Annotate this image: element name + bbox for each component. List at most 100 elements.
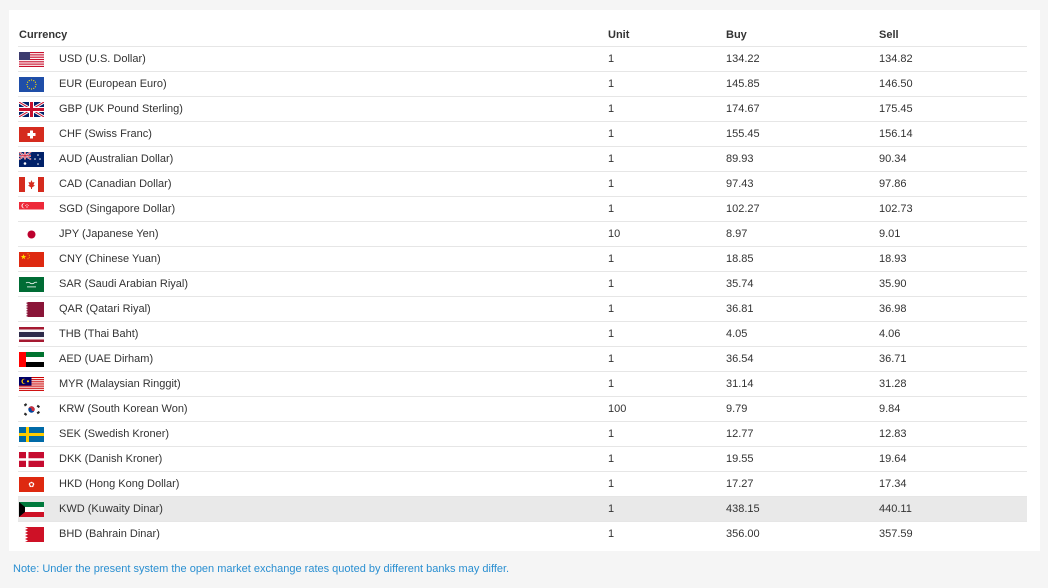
currency-cell: BHD (Bahrain Dinar) — [18, 522, 608, 547]
buy-rate-cell: 18.85 — [726, 246, 879, 272]
table-row: HKD (Hong Kong Dollar) 1 17.27 17.34 — [18, 471, 1027, 497]
bahrain-flag-icon — [19, 526, 44, 542]
table-row: AUD (Australian Dollar) 1 89.93 90.34 — [18, 146, 1027, 172]
australia-flag-icon — [19, 151, 44, 167]
sell-rate-cell: 146.50 — [879, 71, 1027, 97]
table-row: SEK (Swedish Kroner) 1 12.77 12.83 — [18, 421, 1027, 447]
currency-cell: THB (Thai Baht) — [18, 321, 608, 347]
currency-cell: AUD (Australian Dollar) — [18, 146, 608, 172]
unit-cell: 1 — [608, 371, 726, 397]
thailand-flag-icon — [19, 326, 44, 342]
qatar-flag-icon — [19, 301, 44, 317]
uae-flag-icon — [19, 351, 44, 367]
buy-rate-cell: 102.27 — [726, 196, 879, 222]
table-row: KRW (South Korean Won) 100 9.79 9.84 — [18, 396, 1027, 422]
sell-rate-cell: 12.83 — [879, 421, 1027, 447]
unit-cell: 1 — [608, 421, 726, 447]
exchange-rate-table: Currency Unit Buy Sell USD (U.S. Dollar)… — [18, 24, 1027, 546]
sell-rate-cell: 31.28 — [879, 371, 1027, 397]
buy-rate-cell: 356.00 — [726, 528, 760, 540]
uk-flag-icon — [19, 101, 44, 117]
currency-name: KWD (Kuwaity Dinar) — [59, 503, 163, 515]
currency-cell: CHF (Swiss Franc) — [18, 121, 608, 147]
table-row: BHD (Bahrain Dinar) 1 356.00 357.59 — [18, 522, 1027, 547]
currency-name: CHF (Swiss Franc) — [59, 128, 152, 140]
header-unit: Unit — [608, 24, 726, 47]
sell-rate-cell: 9.84 — [879, 396, 1027, 422]
currency-name: SGD (Singapore Dollar) — [59, 203, 176, 215]
table-row: SAR (Saudi Arabian Riyal) 1 35.74 35.90 — [18, 271, 1027, 297]
saudi-arabia-flag-icon — [19, 276, 44, 292]
south-korea-flag-icon — [19, 401, 44, 417]
currency-name: EUR (European Euro) — [59, 78, 167, 90]
sell-rate-cell: 36.71 — [879, 346, 1027, 372]
currency-name: AED (UAE Dirham) — [59, 353, 154, 365]
currency-name: SAR (Saudi Arabian Riyal) — [59, 278, 189, 290]
sell-rate-cell: 18.93 — [879, 246, 1027, 272]
usa-flag-icon — [19, 51, 44, 67]
unit-cell: 1 — [608, 528, 615, 540]
currency-cell: GBP (UK Pound Sterling) — [18, 96, 608, 122]
sell-rate-cell: 90.34 — [879, 146, 1027, 172]
currency-cell: SAR (Saudi Arabian Riyal) — [18, 271, 608, 297]
currency-cell: SGD (Singapore Dollar) — [18, 196, 608, 222]
header-sell: Sell — [879, 24, 1027, 47]
sell-rate-cell: 440.11 — [879, 496, 1027, 522]
currency-cell: KRW (South Korean Won) — [18, 396, 608, 422]
buy-rate-cell: 4.05 — [726, 321, 879, 347]
currency-name: HKD (Hong Kong Dollar) — [59, 478, 180, 490]
currency-cell: DKK (Danish Kroner) — [18, 446, 608, 472]
table-row: AED (UAE Dirham) 1 36.54 36.71 — [18, 346, 1027, 372]
exchange-rate-panel: Currency Unit Buy Sell USD (U.S. Dollar)… — [9, 10, 1040, 551]
unit-cell: 1 — [608, 171, 726, 197]
table-row: CAD (Canadian Dollar) 1 97.43 97.86 — [18, 171, 1027, 197]
table-row: SGD (Singapore Dollar) 1 102.27 102.73 — [18, 196, 1027, 222]
buy-rate-cell: 174.67 — [726, 96, 879, 122]
buy-rate-cell: 438.15 — [726, 496, 879, 522]
currency-name: KRW (South Korean Won) — [59, 403, 188, 415]
unit-cell: 1 — [608, 71, 726, 97]
currency-name: DKK (Danish Kroner) — [59, 453, 163, 465]
malaysia-flag-icon — [19, 376, 44, 392]
unit-cell: 1 — [608, 146, 726, 172]
currency-name: AUD (Australian Dollar) — [59, 153, 174, 165]
unit-cell: 1 — [608, 471, 726, 497]
sell-rate-cell: 36.98 — [879, 296, 1027, 322]
buy-rate-cell: 35.74 — [726, 271, 879, 297]
sell-rate-cell: 9.01 — [879, 221, 1027, 247]
currency-name: SEK (Swedish Kroner) — [59, 428, 170, 440]
buy-rate-cell: 12.77 — [726, 421, 879, 447]
canada-flag-icon — [19, 176, 44, 192]
buy-rate-cell: 9.79 — [726, 396, 879, 422]
unit-cell: 1 — [608, 271, 726, 297]
buy-rate-cell: 155.45 — [726, 121, 879, 147]
table-row: GBP (UK Pound Sterling) 1 174.67 175.45 — [18, 96, 1027, 122]
china-flag-icon — [19, 251, 44, 267]
unit-cell: 1 — [608, 196, 726, 222]
currency-cell: JPY (Japanese Yen) — [18, 221, 608, 247]
sell-rate-cell: 175.45 — [879, 96, 1027, 122]
currency-name: MYR (Malaysian Ringgit) — [59, 378, 181, 390]
table-row: MYR (Malaysian Ringgit) 1 31.14 31.28 — [18, 371, 1027, 397]
sell-rate-cell: 357.59 — [879, 528, 913, 540]
table-row: KWD (Kuwaity Dinar) 1 438.15 440.11 — [18, 496, 1027, 522]
currency-name: QAR (Qatari Riyal) — [59, 303, 151, 315]
unit-cell: 1 — [608, 296, 726, 322]
table-row: THB (Thai Baht) 1 4.05 4.06 — [18, 321, 1027, 347]
sell-rate-cell: 19.64 — [879, 446, 1027, 472]
unit-cell: 1 — [608, 496, 726, 522]
singapore-flag-icon — [19, 201, 44, 217]
unit-cell: 1 — [608, 121, 726, 147]
buy-rate-cell: 36.81 — [726, 296, 879, 322]
table-row: QAR (Qatari Riyal) 1 36.81 36.98 — [18, 296, 1027, 322]
currency-name: CNY (Chinese Yuan) — [59, 253, 161, 265]
unit-cell: 1 — [608, 321, 726, 347]
buy-rate-cell: 19.55 — [726, 446, 879, 472]
currency-cell: SEK (Swedish Kroner) — [18, 421, 608, 447]
currency-cell: KWD (Kuwaity Dinar) — [18, 496, 608, 522]
disclaimer-note: Note: Under the present system the open … — [13, 563, 510, 575]
currency-name: JPY (Japanese Yen) — [59, 228, 159, 240]
sell-rate-cell: 4.06 — [879, 321, 1027, 347]
sell-rate-cell: 35.90 — [879, 271, 1027, 297]
sell-rate-cell: 134.82 — [879, 46, 1027, 72]
